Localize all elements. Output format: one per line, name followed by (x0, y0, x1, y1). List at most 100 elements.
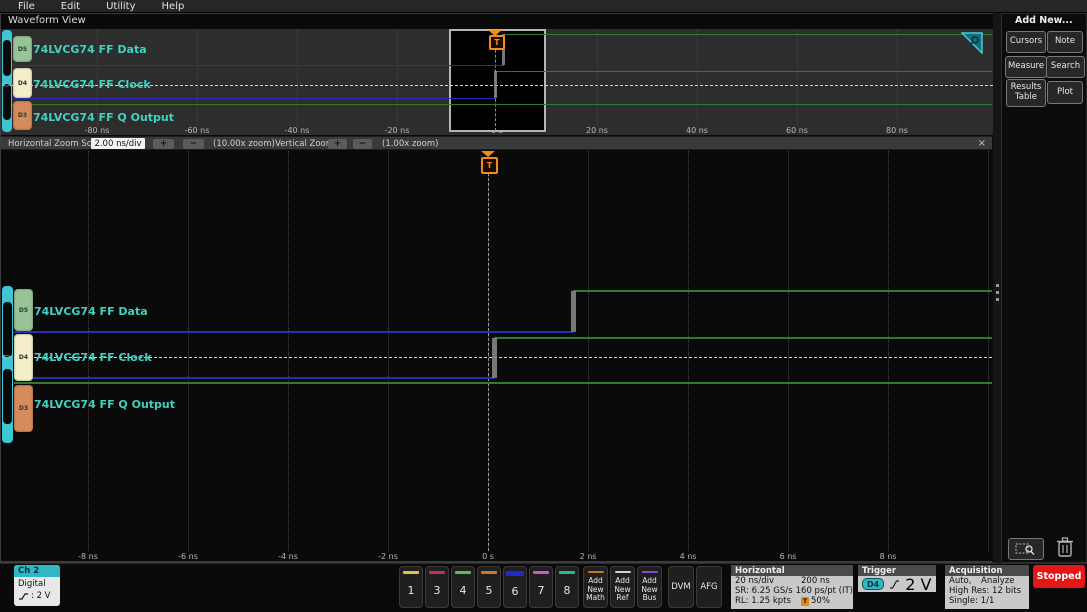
h-zoom-scale-input[interactable]: 2.00 ns/div (91, 138, 145, 149)
v-zoom-factor: (1.00x zoom) (382, 139, 439, 149)
trigger-source-badge: D4 (862, 578, 885, 590)
ch2-digital-badge[interactable]: Ch 2 Digital : 2 V (14, 565, 60, 606)
v-zoom-minus-button[interactable]: − (353, 139, 372, 149)
channel-6-button[interactable]: 6 (503, 566, 527, 608)
ch2-type: Digital (18, 579, 46, 589)
trash-icon[interactable] (1056, 536, 1074, 558)
channel-button-label: 5 (485, 583, 493, 597)
 (3, 301, 12, 357)
channel-button-label: 3 (433, 583, 441, 597)
trigger-marker-badge[interactable]: T (489, 35, 505, 50)
ch2-name: Ch 2 (14, 565, 60, 577)
acquisition-value: Single: 1/1 (949, 596, 995, 606)
add-new-cursors-button[interactable]: Cursors (1006, 31, 1046, 53)
add-new-plot-button[interactable]: Plot (1047, 81, 1083, 104)
channel-chrome: <> D5 74LVCG74 FF Data D4 74LVCG74 FF Clock D… (0, 0, 1001, 563)
h-zoom-scale-label: Horizontal Zoom Scale (8, 139, 105, 149)
h-zoom-minus-button[interactable]: − (183, 139, 204, 149)
horizontal-panel-title: Horizontal (731, 565, 853, 576)
horizontal-value: 20 ns/div (735, 576, 774, 586)
channel-badge-d4[interactable]: D4 (13, 68, 32, 98)
channel-label-d5[interactable]: 74LVCG74 FF Data (33, 43, 147, 56)
channel-button-label: 7 (537, 583, 545, 597)
trigger-level: 2 V (905, 574, 932, 594)
trigger-panel[interactable]: Trigger D4 2 V (858, 565, 936, 609)
add-new-bus-button[interactable]: Add New Bus (637, 566, 662, 608)
zoom-close-icon[interactable]: × (978, 138, 986, 149)
 (3, 84, 11, 120)
add-new-ref-button[interactable]: Add New Ref (610, 566, 635, 608)
horizontal-row: SR: 6.25 GS/s 160 ps/pt (IT) (731, 586, 853, 596)
add-new-results-table-button[interactable]: Results Table (1006, 79, 1046, 107)
channel-button-label: 4 (459, 583, 467, 597)
channel-label-d4[interactable]: 74LVCG74 FF Clock (33, 78, 151, 91)
stopped-button[interactable]: Stopped (1033, 565, 1085, 588)
zoom-box-tool-button[interactable] (1008, 538, 1044, 560)
channel-button-label: 1 (407, 583, 415, 597)
acquisition-value: Auto, (949, 576, 972, 586)
acquisition-value: High Res: 12 bits (949, 586, 1022, 596)
add-new-title: Add New... (1015, 15, 1073, 26)
acquisition-value: Analyze (981, 576, 1015, 586)
channel-7-button[interactable]: 7 (529, 566, 553, 608)
draw-a-box-zoom-icon[interactable] (961, 32, 983, 54)
add-new-math-button[interactable]: Add New Math (583, 566, 608, 608)
trigger-source-indicator: <> (1, 353, 12, 361)
h-zoom-factor: (10.00x zoom) (213, 139, 275, 149)
channel-8-button[interactable]: 8 (555, 566, 579, 608)
horizontal-value: SR: 6.25 GS/s (735, 586, 793, 596)
ch2-threshold: : 2 V (31, 591, 51, 601)
acquisition-panel[interactable]: Acquisition Auto, Analyze High Res: 12 bit… (945, 565, 1029, 609)
horizontal-value: RL: 1.25 kpts (735, 596, 791, 606)
add-button-label: Add New Math (586, 576, 605, 603)
add-new-note-button[interactable]: Note (1047, 31, 1083, 53)
channel-button-label: 6 (511, 585, 519, 598)
channel-badge-d3[interactable]: D3 (13, 101, 32, 130)
horizontal-row: 20 ns/div 200 ns (731, 576, 853, 586)
horizontal-value: 200 ns (801, 576, 830, 586)
channel-button-label: 8 (563, 583, 571, 597)
 (3, 369, 12, 425)
acquisition-row: Single: 1/1 (945, 596, 1029, 606)
channel-badge-d5[interactable]: D5 (14, 289, 33, 331)
channel-label-d5[interactable]: 74LVCG74 FF Data (34, 305, 148, 318)
channel-badge-d3[interactable]: D3 (14, 385, 33, 432)
trigger-position-icon: T (801, 596, 809, 606)
channel-label-d3[interactable]: 74LVCG74 FF Q Output (34, 398, 175, 411)
horizontal-panel[interactable]: Horizontal 20 ns/div 200 ns SR: 6.25 GS/s 1… (731, 565, 853, 609)
channel-4-button[interactable]: 4 (451, 566, 475, 608)
afg-button-label: AFG (700, 582, 718, 592)
v-zoom-label: Vertical Zoom (275, 139, 335, 149)
add-button-label: Add New Ref (614, 576, 631, 603)
h-zoom-plus-button[interactable]: + (153, 139, 174, 149)
oscilloscope-app: File Edit Utility Help Waveform View -80 ns… (0, 0, 1087, 612)
trigger-source-indicator: <> (1, 81, 12, 89)
v-zoom-plus-button[interactable]: + (328, 139, 347, 149)
afg-button[interactable]: AFG (696, 566, 722, 608)
acquisition-row: High Res: 12 bits (945, 586, 1029, 596)
 (3, 40, 11, 76)
rising-edge-icon (890, 579, 900, 589)
channel-label-d4[interactable]: 74LVCG74 FF Clock (34, 351, 152, 364)
channel-badge-d5[interactable]: D5 (13, 36, 32, 62)
dvm-button-label: DVM (671, 582, 691, 592)
channel-label-d3[interactable]: 74LVCG74 FF Q Output (33, 111, 174, 124)
digital-group-handle[interactable] (2, 286, 13, 443)
channel-3-button[interactable]: 3 (425, 566, 449, 608)
acquisition-row: Auto, Analyze (945, 576, 1029, 586)
horizontal-row: RL: 1.25 kpts T 50% (731, 596, 853, 606)
dvm-button[interactable]: DVM (668, 566, 694, 608)
threshold-icon (19, 592, 28, 600)
horizontal-value: T 50% (801, 596, 830, 606)
horizontal-value: 160 ps/pt (IT) (796, 586, 853, 596)
channel-badge-d4[interactable]: D4 (14, 334, 33, 381)
zoom-controls-bar: Horizontal Zoom Scale 2.00 ns/div + − (1… (1, 136, 992, 150)
channel-1-button[interactable]: 1 (399, 566, 423, 608)
horizontal-value: 160 ps/pt (IT) (795, 586, 853, 596)
add-new-measure-button[interactable]: Measure (1005, 56, 1047, 78)
add-new-search-button[interactable]: Search (1046, 56, 1085, 78)
horizontal-value: 200 ns (801, 576, 830, 586)
channel-5-button[interactable]: 5 (477, 566, 501, 608)
trigger-marker-badge[interactable]: T (481, 157, 498, 174)
panel-splitter[interactable] (993, 13, 1001, 563)
